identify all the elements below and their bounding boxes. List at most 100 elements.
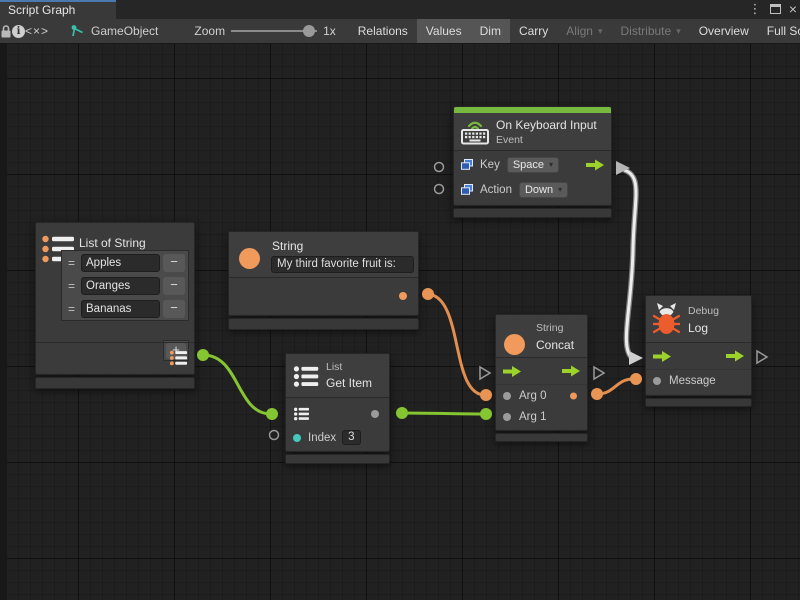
unconnected-control-triangle[interactable] bbox=[757, 351, 767, 363]
wire-string-to-arg0[interactable] bbox=[428, 294, 485, 395]
unconnected-control-triangle[interactable] bbox=[594, 367, 604, 379]
gameobject-reference[interactable]: GameObject bbox=[61, 19, 167, 43]
node-footer[interactable] bbox=[645, 398, 752, 407]
script-graph-window: Script Graph ⋮ × i <×> GameObject bbox=[0, 0, 800, 600]
unconnected-port-circle[interactable] bbox=[435, 185, 444, 194]
string-value-field[interactable]: My third favorite fruit is: bbox=[271, 256, 414, 273]
window-menu-icon[interactable]: ⋮ bbox=[748, 1, 762, 17]
control-output-port[interactable] bbox=[562, 366, 580, 377]
list-item-field[interactable]: Oranges bbox=[81, 277, 160, 295]
graph-canvas[interactable]: On Keyboard Input Event Key Space ▾ bbox=[0, 44, 800, 600]
node-string-literal[interactable]: String My third favorite fruit is: bbox=[228, 231, 419, 330]
toolbar-button-dim[interactable]: Dim bbox=[471, 19, 510, 43]
zoom-slider-handle[interactable] bbox=[303, 25, 315, 37]
chevron-down-icon: ▾ bbox=[549, 160, 553, 169]
node-footer[interactable] bbox=[495, 433, 588, 442]
index-label: Index bbox=[308, 432, 336, 444]
info-button[interactable]: i bbox=[12, 19, 25, 43]
arg1-input-port[interactable] bbox=[503, 413, 511, 421]
remove-item-button[interactable]: − bbox=[163, 277, 185, 295]
edit-source-button[interactable]: <×> bbox=[25, 19, 49, 43]
toolbar-button-overview[interactable]: Overview bbox=[690, 19, 758, 43]
unconnected-port-circle[interactable] bbox=[435, 163, 444, 172]
drag-handle-icon[interactable]: = bbox=[65, 302, 78, 316]
list-input-row bbox=[286, 400, 389, 427]
wire-knob[interactable] bbox=[422, 288, 434, 300]
wire-list-to-getitem[interactable] bbox=[203, 355, 271, 414]
action-value: Down bbox=[525, 184, 553, 196]
string-output-row bbox=[229, 278, 418, 314]
zoom-label: Zoom bbox=[194, 24, 225, 38]
wire-knob[interactable] bbox=[480, 389, 492, 401]
remove-item-button[interactable]: − bbox=[163, 254, 185, 272]
binding-icon bbox=[461, 159, 474, 171]
node-list-of-string[interactable]: List of String = Apples − = Oranges − bbox=[35, 222, 195, 389]
wire-concat-to-message[interactable] bbox=[597, 379, 633, 394]
node-footer[interactable] bbox=[453, 208, 612, 218]
node-footer[interactable] bbox=[35, 377, 195, 389]
toolbar-button-values[interactable]: Values bbox=[417, 19, 471, 43]
control-wire-outline[interactable] bbox=[624, 170, 636, 357]
remove-item-button[interactable]: − bbox=[163, 300, 185, 318]
graph-reference-icon bbox=[70, 24, 85, 38]
node-footer[interactable] bbox=[285, 454, 390, 464]
index-input-port[interactable] bbox=[293, 434, 301, 442]
index-value-field[interactable]: 3 bbox=[342, 430, 360, 445]
key-value: Space bbox=[513, 159, 544, 171]
arg0-row: Arg 0 bbox=[496, 385, 587, 406]
list-input-icon[interactable] bbox=[293, 407, 310, 421]
tab-script-graph[interactable]: Script Graph bbox=[0, 0, 116, 19]
zoom-slider[interactable] bbox=[231, 30, 317, 32]
control-output-port[interactable] bbox=[586, 159, 604, 170]
wire-knob[interactable] bbox=[197, 349, 209, 361]
list-icon bbox=[293, 365, 319, 388]
node-footer[interactable] bbox=[228, 318, 419, 330]
wire-knob[interactable] bbox=[266, 408, 278, 420]
item-output-port[interactable] bbox=[371, 410, 379, 418]
info-icon: i bbox=[12, 25, 25, 38]
control-wire[interactable] bbox=[624, 170, 636, 357]
node-debug-log[interactable]: Debug Log Message bbox=[645, 295, 752, 407]
list-item-field[interactable]: Bananas bbox=[81, 300, 160, 318]
drag-handle-icon[interactable]: = bbox=[65, 256, 78, 270]
wire-knob[interactable] bbox=[591, 388, 603, 400]
unconnected-port-circle[interactable] bbox=[270, 431, 279, 440]
wire-knob[interactable] bbox=[480, 408, 492, 420]
maximize-icon[interactable] bbox=[770, 4, 781, 14]
message-input-port[interactable] bbox=[653, 377, 661, 385]
close-icon[interactable]: × bbox=[786, 1, 800, 17]
toolbar-button-carry[interactable]: Carry bbox=[510, 19, 557, 43]
node-concat[interactable]: String Concat Arg 0 bbox=[495, 314, 588, 442]
control-output-port[interactable] bbox=[726, 351, 744, 362]
wire-getitem-to-arg1[interactable] bbox=[402, 413, 485, 414]
control-input-port[interactable] bbox=[503, 366, 521, 377]
control-wire-start-arrow[interactable] bbox=[616, 161, 630, 175]
dim-label: Dim bbox=[480, 24, 501, 38]
wire-knob[interactable] bbox=[630, 373, 642, 385]
values-label: Values bbox=[426, 24, 462, 38]
toolbar-button-fullscreen[interactable]: Full Scre bbox=[758, 19, 800, 43]
node-get-item[interactable]: List Get Item Index 3 bbox=[285, 353, 390, 464]
action-dropdown[interactable]: Down ▾ bbox=[519, 182, 568, 198]
result-output-port[interactable] bbox=[570, 392, 577, 399]
toolbar-button-align[interactable]: Align ▾ bbox=[557, 19, 611, 43]
relations-label: Relations bbox=[358, 24, 408, 38]
toolbar-button-relations[interactable]: Relations bbox=[349, 19, 417, 43]
wire-knob[interactable] bbox=[396, 407, 408, 419]
list-output-icon[interactable] bbox=[169, 350, 188, 366]
arg0-input-port[interactable] bbox=[503, 392, 511, 400]
node-title: On Keyboard Input bbox=[496, 118, 597, 132]
list-item-field[interactable]: Apples bbox=[81, 254, 160, 272]
control-input-port[interactable] bbox=[653, 351, 671, 362]
key-dropdown[interactable]: Space ▾ bbox=[507, 157, 559, 173]
string-output-port[interactable] bbox=[399, 292, 407, 300]
graph-toolbar: i <×> GameObject Zoom 1x Relations Value… bbox=[0, 19, 800, 44]
node-on-keyboard-input[interactable]: On Keyboard Input Event Key Space ▾ bbox=[453, 106, 612, 218]
toolbar-button-distribute[interactable]: Distribute ▾ bbox=[612, 19, 690, 43]
lock-button[interactable] bbox=[0, 19, 12, 43]
control-wire-end-arrow[interactable] bbox=[629, 351, 643, 365]
drag-handle-icon[interactable]: = bbox=[65, 279, 78, 293]
unconnected-control-triangle[interactable] bbox=[480, 367, 490, 379]
message-row: Message bbox=[646, 370, 751, 391]
node-title: Log bbox=[688, 321, 708, 335]
